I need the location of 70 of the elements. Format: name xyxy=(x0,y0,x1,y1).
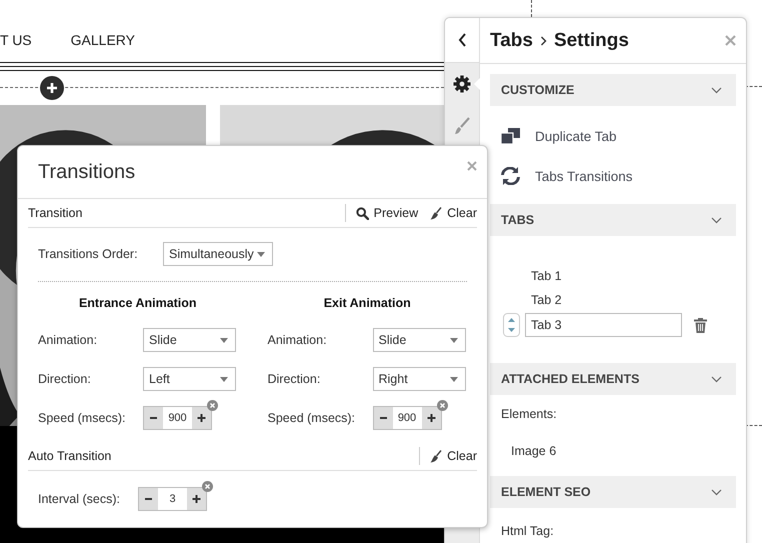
dropdown[interactable]: Slide xyxy=(143,328,236,352)
chevron-right-icon xyxy=(540,36,547,46)
plus-icon[interactable] xyxy=(187,488,206,510)
elements-label: Elements: xyxy=(501,407,557,421)
field-label: Direction: xyxy=(38,372,92,386)
column-heading: Entrance Animation xyxy=(78,296,197,310)
chevron-down-icon xyxy=(711,376,722,382)
broom-icon xyxy=(430,206,442,220)
section-header[interactable]: TABS xyxy=(490,204,736,236)
nav-link[interactable]: T US xyxy=(0,32,32,48)
element-item[interactable]: Image 6 xyxy=(501,421,556,458)
reorder-icon[interactable] xyxy=(503,313,520,337)
plus-icon[interactable] xyxy=(192,407,211,429)
tab-item[interactable]: Tab 2 xyxy=(490,288,562,312)
dropdown[interactable]: Slide xyxy=(372,328,466,352)
breadcrumb-item[interactable]: Tabs xyxy=(490,30,533,52)
dropdown[interactable]: Right xyxy=(372,367,466,391)
field-label: Transitions Order: xyxy=(38,247,139,261)
nav-link[interactable]: GALLERY xyxy=(70,32,135,48)
caret-icon xyxy=(220,376,228,382)
number-stepper[interactable]: 900 xyxy=(143,406,212,430)
section-header[interactable]: CUSTOMIZE xyxy=(490,74,736,106)
tab-item[interactable]: Tab 1 xyxy=(490,264,562,288)
trash-icon[interactable] xyxy=(694,318,707,332)
reset-icon[interactable] xyxy=(207,400,218,411)
dropdown[interactable]: Left xyxy=(143,367,236,391)
field-label: Direction: xyxy=(268,372,322,386)
caret-icon xyxy=(257,252,265,256)
section-title: Transition xyxy=(28,206,82,220)
panel-action[interactable]: Tabs Transitions xyxy=(490,156,736,196)
section-title: Auto Transition xyxy=(28,449,112,463)
panel-action[interactable]: Duplicate Tab xyxy=(490,116,736,156)
settings-icon xyxy=(453,75,471,93)
sync-icon xyxy=(501,167,520,185)
tab-name-field[interactable]: Tab 3 xyxy=(525,313,682,337)
clear-button[interactable]: Clear xyxy=(430,449,477,463)
breadcrumb-item: Settings xyxy=(554,30,629,52)
dropdown[interactable]: Simultaneously xyxy=(163,242,273,266)
number-stepper[interactable]: 900 xyxy=(372,406,442,430)
chevron-down-icon xyxy=(711,216,722,224)
minus-icon[interactable] xyxy=(139,488,158,510)
brush-icon xyxy=(454,117,470,135)
section-header[interactable]: ATTACHED ELEMENTS xyxy=(490,363,736,395)
field-label: Interval (secs): xyxy=(38,492,121,506)
add-icon[interactable] xyxy=(40,76,64,100)
plus-icon[interactable] xyxy=(422,407,440,429)
duplicate-icon xyxy=(501,128,520,144)
caret-icon xyxy=(450,376,458,382)
minus-icon[interactable] xyxy=(144,407,163,429)
preview-button[interactable]: Preview xyxy=(356,206,418,220)
minus-icon[interactable] xyxy=(374,407,392,429)
caret-icon xyxy=(220,338,228,342)
field-label: Speed (msecs): xyxy=(268,411,356,425)
chevron-left-icon xyxy=(458,33,466,47)
reset-icon[interactable] xyxy=(202,481,213,492)
chevron-down-icon xyxy=(711,86,722,94)
reset-icon[interactable] xyxy=(436,400,448,411)
clear-button[interactable]: Clear xyxy=(430,206,477,220)
section-header[interactable]: ELEMENT SEO xyxy=(490,476,736,508)
field-label: Speed (msecs): xyxy=(38,411,127,425)
field-label: Animation: xyxy=(268,333,328,347)
broom-icon xyxy=(430,450,442,462)
dialog-title: Transitions xyxy=(38,160,136,184)
search-icon xyxy=(356,206,369,220)
caret-icon xyxy=(450,338,458,342)
field-label: Animation: xyxy=(38,333,98,347)
number-stepper[interactable]: 3 xyxy=(138,487,207,511)
column-heading: Exit Animation xyxy=(324,296,411,310)
html-tag-label: Html Tag: xyxy=(501,524,554,538)
chevron-down-icon xyxy=(711,488,722,496)
